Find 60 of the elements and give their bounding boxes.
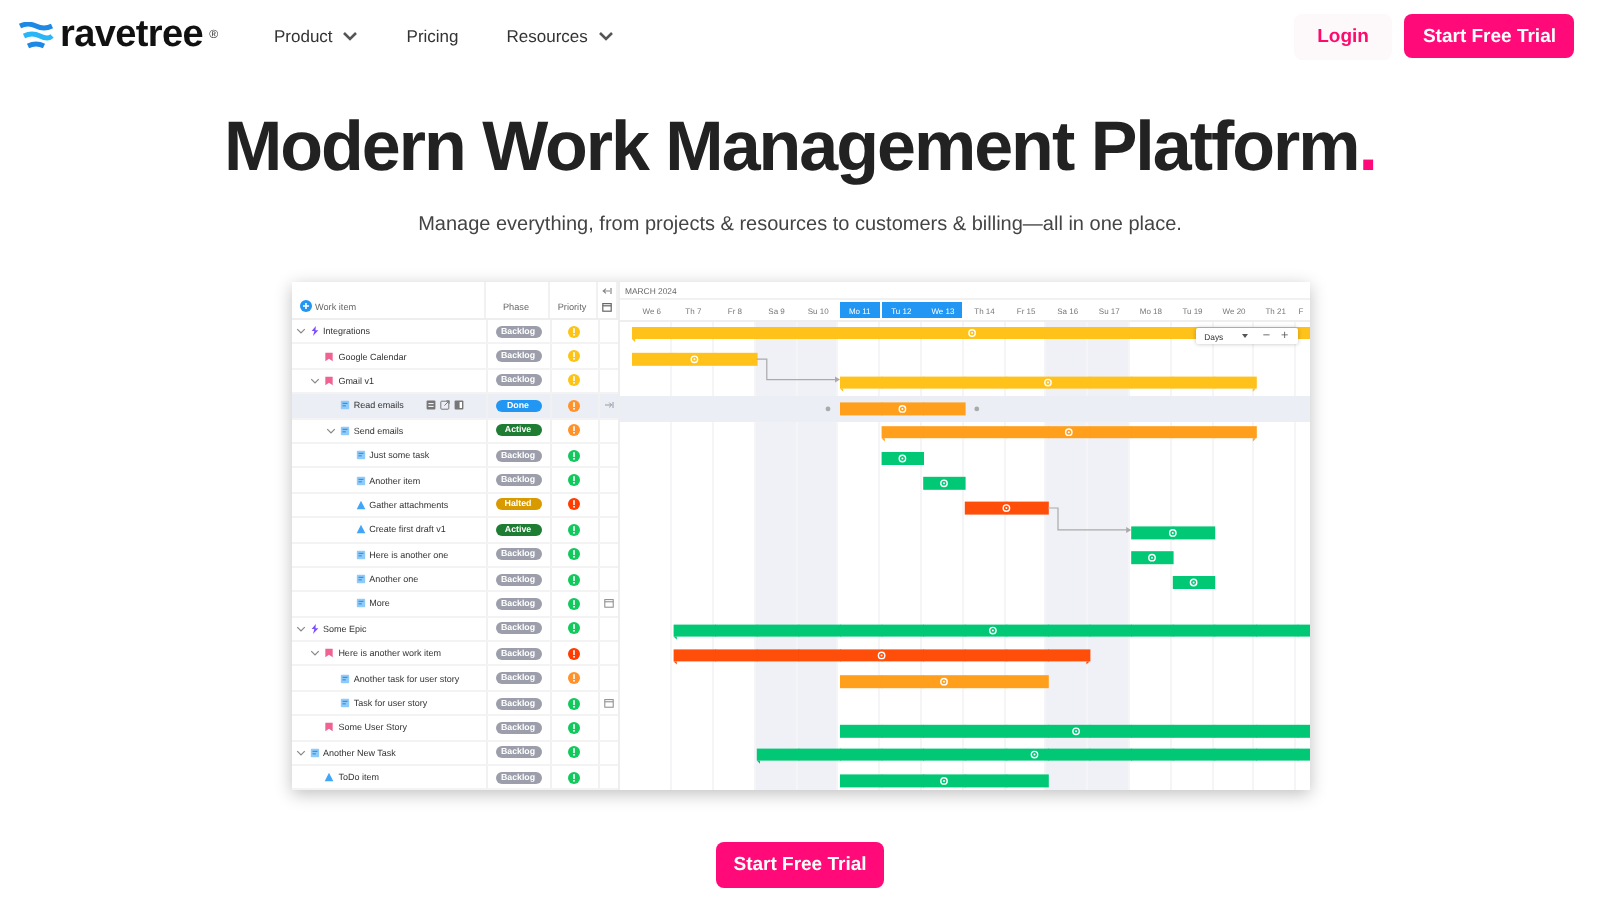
arrow-bar-icon[interactable] bbox=[603, 400, 613, 411]
task-icon bbox=[355, 549, 366, 560]
bolt-icon bbox=[309, 326, 319, 337]
calendar-icon[interactable] bbox=[603, 598, 613, 609]
start-trial-button[interactable]: Start Free Trial bbox=[715, 842, 885, 888]
chevron-down-icon[interactable] bbox=[325, 425, 336, 436]
bookmark-icon bbox=[324, 351, 335, 362]
task-icon bbox=[355, 475, 366, 486]
task-bar[interactable] bbox=[839, 774, 1048, 788]
logo-icon[interactable] bbox=[18, 22, 54, 50]
task-bar[interactable] bbox=[1130, 526, 1215, 540]
add-icon[interactable] bbox=[299, 300, 311, 312]
chevron-down-icon[interactable] bbox=[295, 623, 305, 634]
bookmark-icon bbox=[324, 648, 335, 659]
chevron-down-icon[interactable] bbox=[310, 648, 321, 659]
bookmark-icon bbox=[324, 375, 335, 386]
task-bar[interactable] bbox=[922, 476, 965, 490]
drag-handle[interactable] bbox=[824, 406, 830, 412]
task-icon bbox=[309, 747, 319, 758]
panel-icon[interactable] bbox=[453, 400, 464, 411]
nav-link[interactable]: Resources bbox=[506, 26, 614, 46]
calendar-icon[interactable] bbox=[601, 302, 611, 312]
task-bar[interactable] bbox=[1171, 576, 1215, 589]
task-icon bbox=[339, 425, 350, 436]
external-link-icon[interactable] bbox=[439, 400, 450, 411]
list-icon[interactable] bbox=[425, 400, 436, 411]
hero-title: Modern Work Management Platform bbox=[223, 108, 1359, 186]
brand-name[interactable]: ravetree bbox=[60, 14, 204, 58]
task-icon bbox=[339, 673, 350, 684]
task-icon bbox=[355, 574, 366, 585]
start-trial-button[interactable]: Start Free Trial bbox=[1404, 14, 1574, 58]
task-bar[interactable] bbox=[839, 724, 1309, 738]
task-bar[interactable] bbox=[839, 675, 1048, 689]
task-icon bbox=[355, 450, 366, 461]
nav-link[interactable]: Product bbox=[273, 26, 359, 46]
drag-handle[interactable] bbox=[973, 406, 979, 412]
chevron-down-icon bbox=[342, 30, 359, 42]
login-link[interactable]: Login bbox=[1293, 13, 1393, 59]
bolt-icon bbox=[309, 623, 319, 634]
chevron-down-icon[interactable] bbox=[310, 375, 321, 386]
task-bar[interactable] bbox=[631, 352, 757, 366]
nav-link[interactable]: Pricing bbox=[406, 26, 459, 46]
title-accent-dot: . bbox=[1358, 108, 1377, 186]
triangle-icon bbox=[355, 524, 366, 535]
hero-subtitle: Manage everything, from projects & resources to customers & billing—all in one place. bbox=[418, 214, 1182, 236]
task-icon bbox=[339, 698, 350, 709]
task-icon bbox=[339, 400, 350, 411]
triangle-icon bbox=[324, 772, 335, 783]
task-icon bbox=[355, 598, 366, 609]
triangle-icon bbox=[355, 499, 366, 510]
task-bar[interactable] bbox=[963, 501, 1048, 515]
chevron-down-icon bbox=[597, 30, 614, 42]
chevron-down-icon[interactable] bbox=[295, 326, 305, 337]
collapse-icon[interactable] bbox=[601, 286, 611, 296]
chevron-down-icon[interactable] bbox=[295, 747, 305, 758]
task-bar[interactable] bbox=[839, 402, 965, 416]
bookmark-icon bbox=[324, 722, 335, 733]
task-bar[interactable] bbox=[880, 452, 923, 465]
task-bar[interactable] bbox=[1130, 551, 1173, 565]
calendar-icon[interactable] bbox=[603, 698, 613, 709]
